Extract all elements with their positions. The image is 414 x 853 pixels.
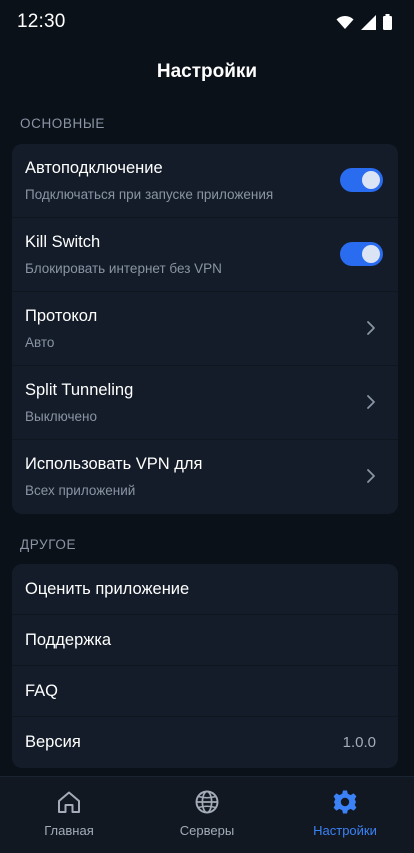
nav-label: Настройки [313,823,377,838]
nav-item-servers[interactable]: Серверы [138,777,276,853]
setting-row-kill-switch[interactable]: Kill Switch Блокировать интернет без VPN [12,218,398,292]
globe-icon [195,790,219,814]
status-icons [336,14,392,30]
settings-card-other: Оценить приложение Поддержка FAQ Версия … [12,564,398,768]
section-label-main: ОСНОВНЫЕ [20,116,106,131]
nav-label: Главная [44,823,94,838]
setting-title: Версия [25,733,81,751]
status-bar: 12:30 [0,0,414,46]
settings-card-main: Автоподключение Подключаться при запуске… [12,144,398,514]
wifi-icon [336,15,354,29]
status-time: 12:30 [17,11,66,32]
chevron-right-icon [367,469,375,483]
kill-switch-toggle[interactable] [340,242,383,266]
setting-row-split-tunneling[interactable]: Split Tunneling Выключено [12,366,398,440]
setting-subtitle: Подключаться при запуске приложения [25,187,274,202]
toggle-knob [362,171,380,189]
setting-title: Использовать VPN для [25,455,203,473]
nav-item-settings[interactable]: Настройки [276,777,414,853]
setting-title: Протокол [25,307,98,325]
page-title: Настройки [156,61,258,82]
gear-icon [333,790,357,814]
setting-title: Оценить приложение [25,580,190,598]
section-label-other: ДРУГОЕ [20,537,77,552]
autoconnect-toggle[interactable] [340,168,383,192]
battery-icon [383,14,392,30]
setting-title: Kill Switch [25,233,101,251]
nav-item-home[interactable]: Главная [0,777,138,853]
chevron-right-icon [367,395,375,409]
bottom-nav: Главная Серверы Настройки [0,776,414,853]
nav-label: Серверы [179,823,235,838]
setting-subtitle: Выключено [25,409,97,424]
chevron-right-icon [367,321,375,335]
setting-title: FAQ [25,682,59,700]
setting-title: Автоподключение [25,159,163,177]
setting-subtitle: Блокировать интернет без VPN [25,261,222,276]
setting-title: Поддержка [25,631,112,649]
version-value: 1.0.0 [342,734,376,751]
cellular-signal-icon [361,14,376,30]
setting-subtitle: Всех приложений [25,483,136,498]
home-icon [58,791,80,813]
setting-row-rate-app[interactable]: Оценить приложение [12,564,398,615]
setting-row-protocol[interactable]: Протокол Авто [12,292,398,366]
setting-subtitle: Авто [25,335,55,350]
setting-row-support[interactable]: Поддержка [12,615,398,666]
settings-screen: 12:30 Настройки ОСНОВНЫЕ Автоподключение… [0,0,414,853]
setting-row-faq[interactable]: FAQ [12,666,398,717]
setting-row-autoconnect[interactable]: Автоподключение Подключаться при запуске… [12,144,398,218]
setting-row-version: Версия 1.0.0 [12,717,398,768]
setting-row-use-vpn-for[interactable]: Использовать VPN для Всех приложений [12,440,398,514]
toggle-knob [362,245,380,263]
setting-title: Split Tunneling [25,381,134,399]
